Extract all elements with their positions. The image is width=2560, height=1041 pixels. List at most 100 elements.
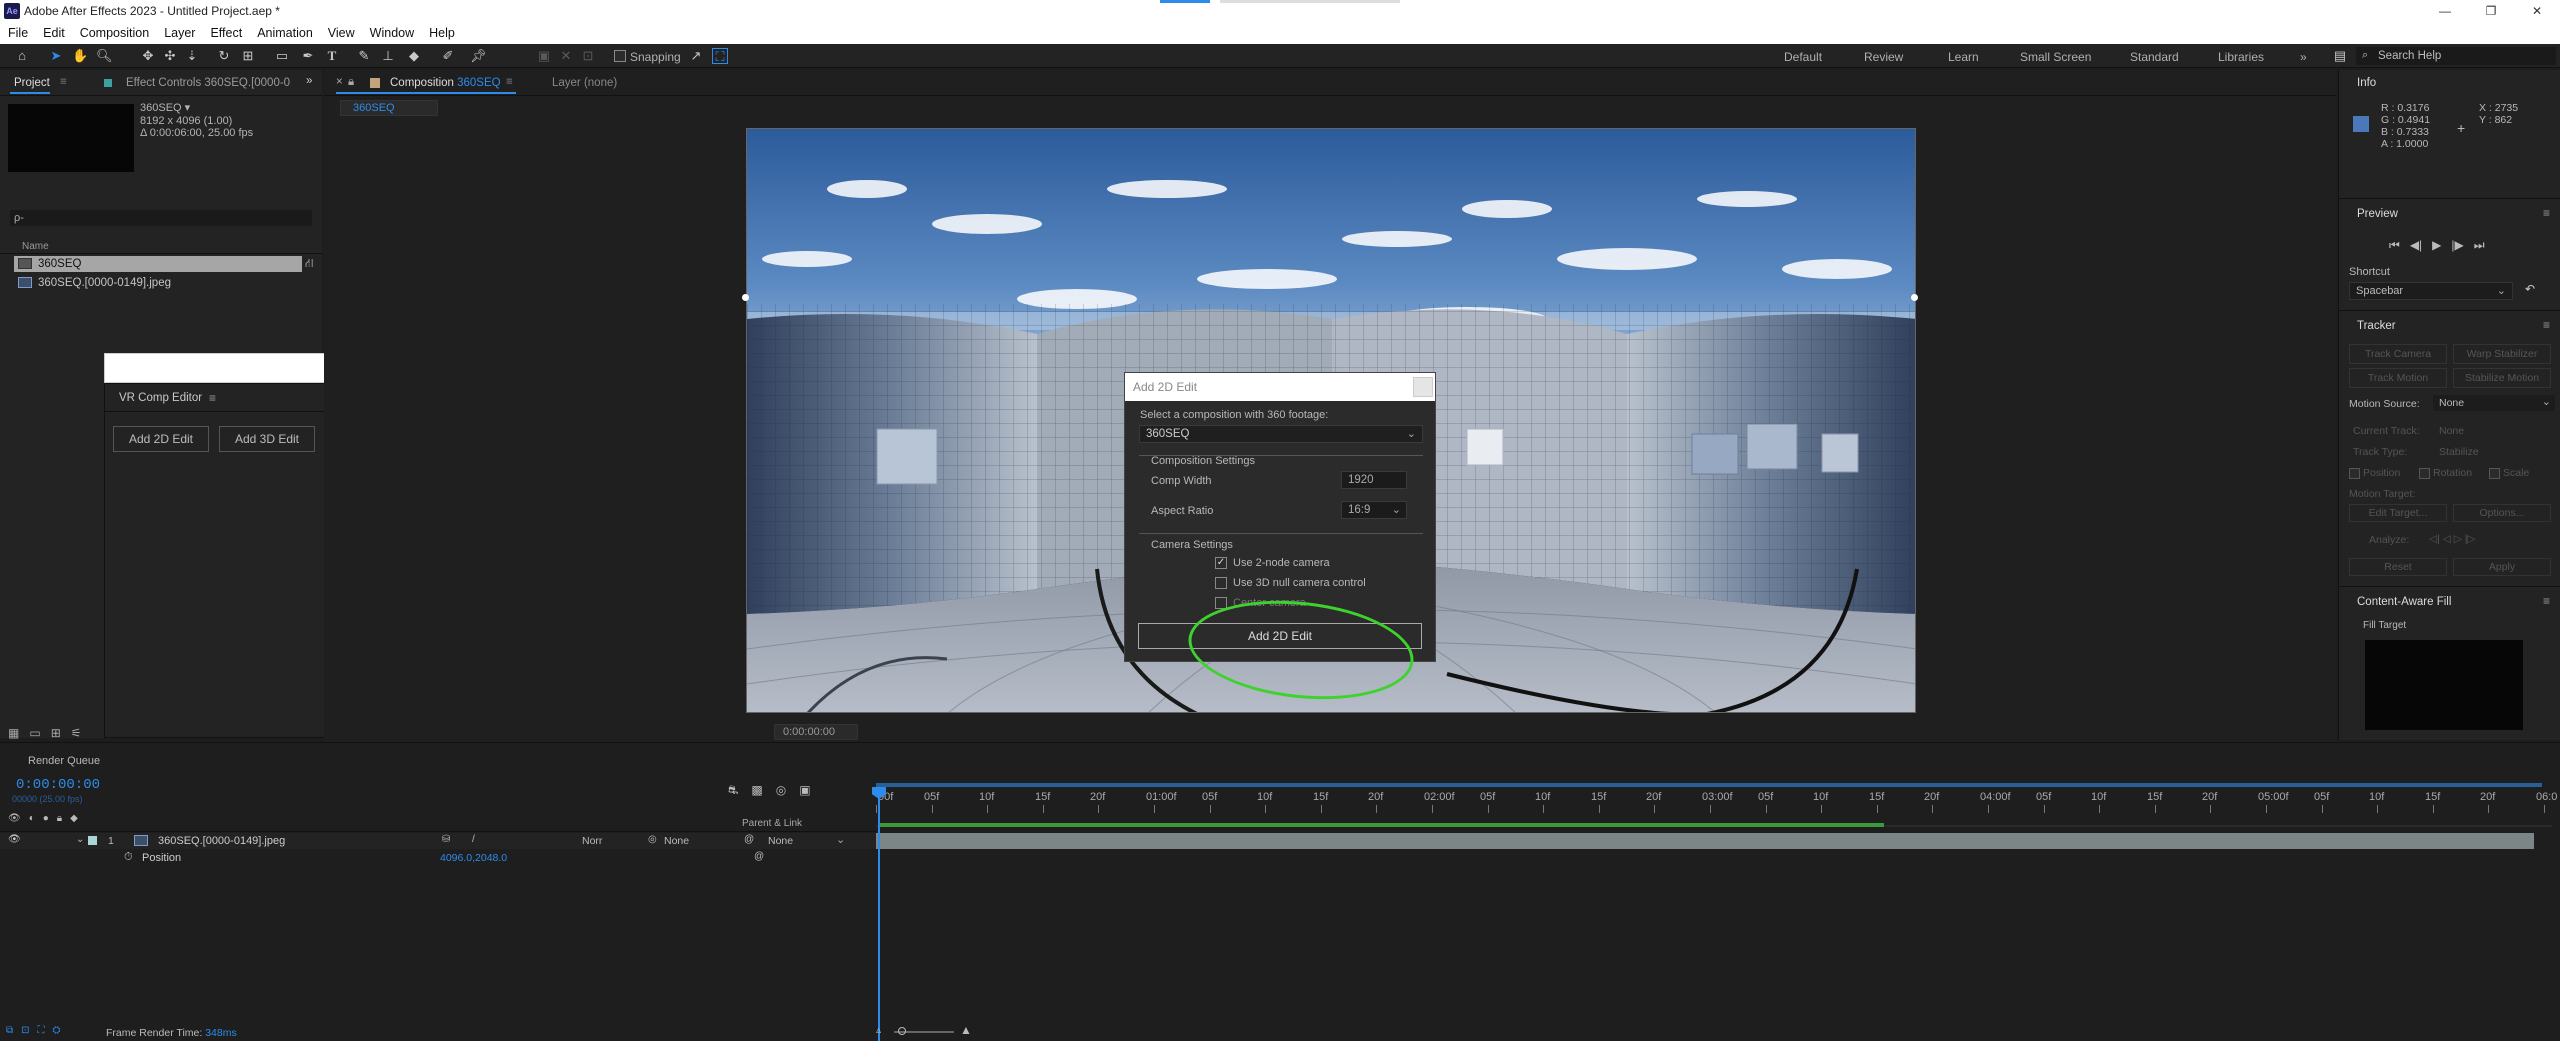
axis-view-icon[interactable]: ⊡: [580, 48, 596, 64]
play-icon[interactable]: ▶: [2432, 238, 2441, 253]
tracker-menu-icon[interactable]: ≡: [2543, 318, 2550, 332]
use-3d-null-checkbox[interactable]: [1215, 577, 1227, 589]
prev-frame-icon[interactable]: ◀|: [2410, 238, 2422, 253]
menu-view[interactable]: View: [320, 22, 362, 44]
close-icon[interactable]: ✕: [2514, 0, 2560, 22]
search-help-field[interactable]: ⌕ Search Help: [2356, 47, 2556, 65]
tab-composition[interactable]: Composition 360SEQ: [390, 77, 501, 89]
menu-window[interactable]: Window: [362, 22, 421, 44]
menu-effect[interactable]: Effect: [202, 22, 249, 44]
position-value[interactable]: 4096.0,2048.0: [440, 852, 507, 864]
warp-stabilizer-button[interactable]: Warp Stabilizer: [2453, 344, 2551, 364]
zoom-tool-icon[interactable]: 🔍︎: [96, 48, 113, 64]
expression-pickwhip-icon[interactable]: @: [754, 851, 764, 862]
viewer-handle[interactable]: [742, 294, 749, 301]
apply-button[interactable]: Apply: [2453, 558, 2551, 576]
track-matte-dropdown[interactable]: None: [664, 835, 689, 847]
quality-icon[interactable]: /: [472, 834, 475, 845]
zoom-slider[interactable]: ▵ ▲: [876, 1023, 976, 1039]
axis-world-icon[interactable]: ✕: [558, 48, 574, 64]
add-2d-edit-button[interactable]: Add 2D Edit: [113, 426, 209, 452]
layer-row[interactable]: 👁︎ ⌄ 1 360SEQ.[0000-0149].jpeg ⛁ / Norr …: [0, 833, 876, 849]
stopwatch-icon[interactable]: ⏱︎: [124, 851, 133, 864]
hand-tool-icon[interactable]: ✋: [72, 48, 88, 64]
scale-checkbox[interactable]: [2489, 468, 2500, 479]
axis-local-icon[interactable]: ▣: [536, 48, 552, 64]
comp-panel-menu-icon[interactable]: ≡: [506, 76, 513, 88]
layer-visibility-icon[interactable]: 👁︎: [8, 834, 21, 845]
lock-icon[interactable]: 🔒︎: [57, 813, 62, 824]
frame-blend-icon[interactable]: ▩: [751, 783, 762, 799]
panel-menu-icon[interactable]: ≡: [60, 76, 67, 88]
orbit-tool-icon[interactable]: ✥: [140, 48, 156, 64]
flowchart-icon[interactable]: ⛙: [305, 256, 313, 272]
menu-animation[interactable]: Animation: [249, 22, 320, 44]
shortcut-dropdown[interactable]: Spacebar ⌄: [2349, 282, 2513, 300]
close-tab-icon[interactable]: ×: [336, 76, 343, 88]
selection-tool-icon[interactable]: ➤: [48, 48, 64, 64]
pan-tool-icon[interactable]: ✣: [162, 48, 178, 64]
viewer-handle[interactable]: [1911, 294, 1918, 301]
vr-editor-menu-icon[interactable]: ≡: [209, 391, 216, 405]
dolly-tool-icon[interactable]: ⇣: [184, 48, 200, 64]
menu-layer[interactable]: Layer: [156, 22, 202, 44]
maximize-icon[interactable]: ❐: [2468, 0, 2514, 22]
preview-menu-icon[interactable]: ≡: [2543, 206, 2550, 220]
snap-edges-icon[interactable]: ↗: [688, 48, 704, 64]
solo-icon[interactable]: ●: [43, 813, 49, 824]
snapping-checkbox[interactable]: [614, 50, 626, 62]
new-comp-icon[interactable]: ⊞: [51, 726, 61, 740]
caf-menu-icon[interactable]: ≡: [2543, 594, 2550, 608]
options-button[interactable]: Options...: [2453, 504, 2551, 522]
dialog-close-icon[interactable]: [1413, 377, 1433, 397]
snap-features-icon[interactable]: ⛶: [712, 48, 728, 64]
menu-help[interactable]: Help: [421, 22, 462, 44]
timestretch-icon[interactable]: ⛶: [38, 1025, 45, 1036]
workspace-more-icon[interactable]: »: [2300, 50, 2307, 64]
next-frame-icon[interactable]: |▶: [2451, 238, 2463, 253]
tab-effect-controls[interactable]: Effect Controls 360SEQ.[0000-0: [126, 77, 290, 89]
lock-icon[interactable]: 🔒︎: [348, 76, 354, 89]
project-item-row-selected[interactable]: 360SEQ: [14, 256, 302, 272]
menu-file[interactable]: File: [0, 22, 35, 44]
layer-name[interactable]: 360SEQ.[0000-0149].jpeg: [158, 835, 285, 847]
type-tool-icon[interactable]: T: [324, 48, 340, 64]
settings-icon[interactable]: ⚟: [71, 726, 82, 740]
workspace-standard[interactable]: Standard: [2130, 50, 2179, 64]
edit-target-button[interactable]: Edit Target...: [2349, 504, 2447, 522]
project-item-row[interactable]: 360SEQ.[0000-0149].jpeg: [14, 275, 302, 291]
render-queue-tab[interactable]: Render Queue: [28, 755, 100, 767]
new-folder-icon[interactable]: ▭: [29, 726, 40, 740]
first-frame-icon[interactable]: ⏮: [2389, 238, 2400, 253]
menu-composition[interactable]: Composition: [72, 22, 156, 44]
clone-stamp-icon[interactable]: ⊥: [380, 48, 396, 64]
transfer-controls-icon[interactable]: ⊡: [21, 1025, 29, 1036]
home-icon[interactable]: ⌂: [14, 48, 30, 64]
rectangle-tool-icon[interactable]: ▭: [274, 48, 290, 64]
rotate-tool-icon[interactable]: ↻: [216, 48, 232, 64]
item-dropdown-icon[interactable]: ▾: [185, 102, 191, 114]
zoom-in-icon[interactable]: ▲: [960, 1023, 972, 1037]
workspace-learn[interactable]: Learn: [1948, 50, 1979, 64]
track-camera-button[interactable]: Track Camera: [2349, 344, 2447, 364]
zoom-slider-thumb[interactable]: [898, 1027, 906, 1035]
render-time-icon[interactable]: ⛭: [53, 1025, 61, 1036]
draft-3d-icon[interactable]: ⛐: [728, 783, 738, 799]
pickwhip-icon[interactable]: @: [744, 834, 754, 845]
zoom-out-icon[interactable]: ▵: [876, 1025, 881, 1036]
motion-source-dropdown[interactable]: None ⌄: [2433, 395, 2555, 411]
rotation-checkbox[interactable]: [2419, 468, 2430, 479]
comp-width-input[interactable]: 1920: [1341, 471, 1407, 489]
workspace-review[interactable]: Review: [1864, 50, 1903, 64]
label-icon[interactable]: ◆: [70, 813, 78, 824]
time-ruler[interactable]: 00f 05f 10f 15f 20f 01:00f 05f 10f 15f 20f 02:00f 0…: [876, 787, 2560, 813]
add-3d-edit-button[interactable]: Add 3D Edit: [219, 426, 315, 452]
layer-duration-bar[interactable]: [876, 833, 2534, 849]
workspace-libraries[interactable]: Libraries: [2218, 50, 2264, 64]
comp-breadcrumb[interactable]: 360SEQ: [340, 100, 438, 116]
last-frame-icon[interactable]: ⏭: [2474, 238, 2485, 253]
twirl-icon[interactable]: ⌄: [76, 834, 84, 845]
menu-edit[interactable]: Edit: [35, 22, 72, 44]
work-area-bar[interactable]: [876, 783, 2542, 787]
brush-tool-icon[interactable]: ✎: [356, 48, 372, 64]
